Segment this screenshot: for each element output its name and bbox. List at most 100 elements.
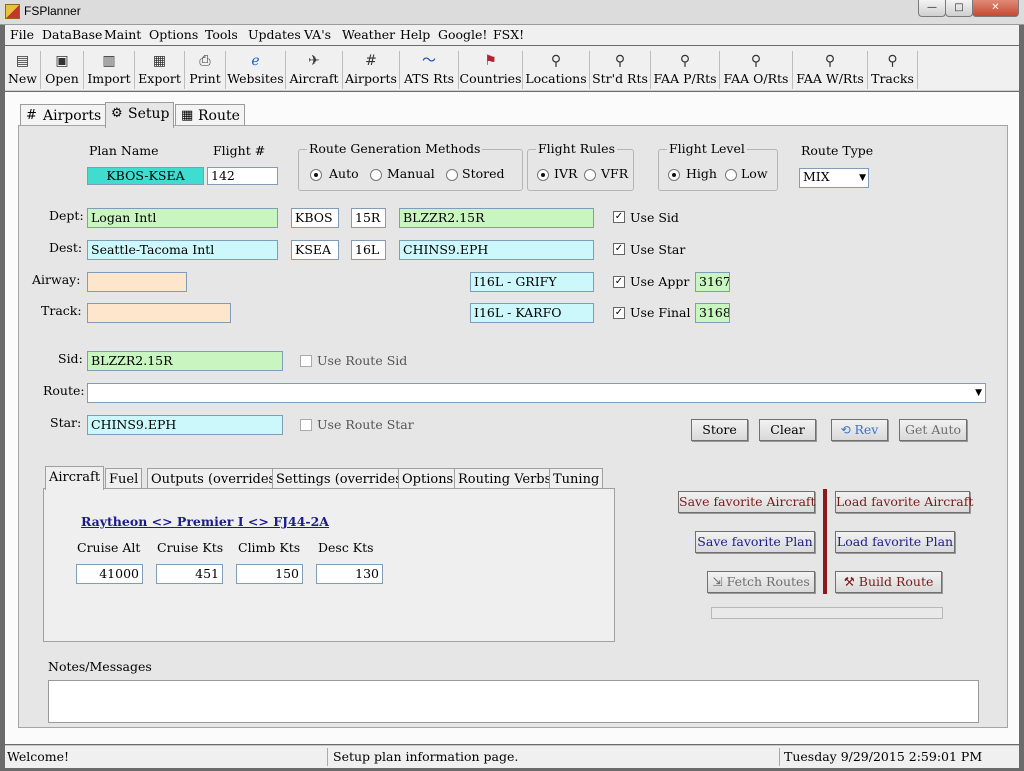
menu-help[interactable]: Help xyxy=(400,27,430,42)
toolbar-faa-w-routes-button[interactable]: ⚲ FAA W/Rts xyxy=(793,51,868,89)
route-type-select[interactable]: MIX ▼ xyxy=(799,168,869,188)
use-route-sid-checkbox[interactable] xyxy=(300,355,312,367)
toolbar-new-button[interactable]: ▤ New xyxy=(5,51,41,89)
toolbar-websites-button[interactable]: ℯ Websites xyxy=(226,51,286,89)
tab-route[interactable]: ▦ Route xyxy=(175,104,245,127)
toolbar-tracks-button[interactable]: ⚲ Tracks xyxy=(868,51,918,89)
flight-number-field[interactable]: 142 xyxy=(207,167,278,185)
final-field[interactable]: I16L - KARFO xyxy=(470,303,594,323)
toolbar-print-button[interactable]: ⎙ Print xyxy=(185,51,226,89)
dest-icao-field[interactable]: KSEA xyxy=(291,240,339,260)
dept-airport-field[interactable]: Logan Intl xyxy=(87,208,278,228)
auto-radio[interactable] xyxy=(310,169,322,181)
star-field[interactable]: CHINS9.EPH xyxy=(87,415,283,435)
toolbar-ats-routes-button[interactable]: 〜 ATS Rts xyxy=(400,51,459,89)
store-button[interactable]: Store xyxy=(691,419,748,441)
dept-procedure-field[interactable]: BLZZR2.15R xyxy=(399,208,594,228)
use-approach-checkbox[interactable]: ✓ xyxy=(613,276,625,288)
flight-level-group: Flight Level High Low xyxy=(658,141,778,191)
route-type-label: Route Type xyxy=(801,143,874,158)
save-favorite-plan-button[interactable]: Save favorite Plan xyxy=(695,531,815,553)
minimize-button[interactable]: — xyxy=(918,0,946,17)
approach-alt-field[interactable]: 3167 xyxy=(695,272,730,292)
toolbar: ▤ New ▣ Open ▥ Import ▦ Export ⎙ Print ℯ Websi… xyxy=(5,46,1019,91)
fetch-routes-button[interactable]: ⇲ Fetch Routes xyxy=(707,571,815,593)
use-sid-checkbox[interactable]: ✓ xyxy=(613,211,625,223)
toolbar-countries-button[interactable]: ⚑ Countries xyxy=(459,51,523,89)
magnifier-icon: ⚲ xyxy=(750,53,762,69)
desc-kts-field[interactable]: 130 xyxy=(316,564,383,584)
menu-weather[interactable]: Weather xyxy=(342,27,395,42)
load-favorite-plan-button[interactable]: Load favorite Plan xyxy=(835,531,955,553)
aircraft-name-link[interactable]: Raytheon <> Premier I <> FJ44-2A xyxy=(81,514,329,529)
notes-label: Notes/Messages xyxy=(48,659,152,674)
use-final-checkbox[interactable]: ✓ xyxy=(613,307,625,319)
toolbar-open-button[interactable]: ▣ Open xyxy=(41,51,84,89)
tab-airports[interactable]: # Airports xyxy=(20,104,107,127)
dept-runway-field[interactable]: 15R xyxy=(351,208,386,228)
low-radio[interactable] xyxy=(725,169,737,181)
menu-fsx[interactable]: FSX! xyxy=(493,27,524,42)
load-favorite-aircraft-button[interactable]: Load favorite Aircraft xyxy=(835,491,973,513)
menu-updates[interactable]: Updates xyxy=(248,27,301,42)
magnifier-icon: ⚲ xyxy=(824,53,836,69)
tab-options[interactable]: Options xyxy=(398,468,458,490)
final-alt-field[interactable]: 3168 xyxy=(695,303,730,323)
toolbar-airports-button[interactable]: # Airports xyxy=(343,51,400,89)
tab-fuel[interactable]: Fuel xyxy=(105,468,143,490)
reverse-button[interactable]: ⟲ Rev xyxy=(831,419,888,441)
cruise-kts-field[interactable]: 451 xyxy=(156,564,223,584)
menu-options[interactable]: Options xyxy=(149,27,198,42)
tab-routing-verbs[interactable]: Routing Verbs xyxy=(454,468,556,490)
use-route-sid-label: Use Route Sid xyxy=(317,353,408,368)
fetch-icon: ⇲ xyxy=(712,574,727,589)
menu-database[interactable]: DataBase xyxy=(42,27,102,42)
approach-field[interactable]: I16L - GRIFY xyxy=(470,272,594,292)
climb-kts-field[interactable]: 150 xyxy=(236,564,303,584)
toolbar-aircraft-button[interactable]: ✈ Aircraft xyxy=(286,51,343,89)
dest-procedure-field[interactable]: CHINS9.EPH xyxy=(399,240,594,260)
use-route-star-checkbox[interactable] xyxy=(300,419,312,431)
tab-tuning[interactable]: Tuning xyxy=(549,468,604,490)
cruise-alt-field[interactable]: 41000 xyxy=(76,564,143,584)
toolbar-export-button[interactable]: ▦ Export xyxy=(135,51,185,89)
high-radio[interactable] xyxy=(668,169,680,181)
magnifier-icon: ⚲ xyxy=(550,53,562,69)
manual-radio[interactable] xyxy=(370,169,382,181)
save-favorite-aircraft-button[interactable]: Save favorite Aircraft xyxy=(678,491,816,513)
menu-vas[interactable]: VA's xyxy=(304,27,331,42)
notes-textarea[interactable] xyxy=(48,680,979,723)
tab-setup[interactable]: ⚙ Setup xyxy=(105,102,175,128)
airway-field[interactable] xyxy=(87,272,187,292)
menu-tools[interactable]: Tools xyxy=(205,27,238,42)
use-star-checkbox[interactable]: ✓ xyxy=(613,243,625,255)
plan-name-field[interactable]: KBOS-KSEA xyxy=(87,167,204,185)
menu-google[interactable]: Google! xyxy=(438,27,487,42)
close-button[interactable]: ✕ xyxy=(972,0,1019,17)
tab-outputs[interactable]: Outputs (overrides) xyxy=(147,468,285,490)
toolbar-faa-o-routes-button[interactable]: ⚲ FAA O/Rts xyxy=(720,51,793,89)
tab-aircraft[interactable]: Aircraft xyxy=(45,466,105,490)
toolbar-faa-p-routes-button[interactable]: ⚲ FAA P/Rts xyxy=(651,51,720,89)
dest-airport-field[interactable]: Seattle-Tacoma Intl xyxy=(87,240,278,260)
stored-radio[interactable] xyxy=(446,169,458,181)
get-auto-button[interactable]: Get Auto xyxy=(899,419,967,441)
maximize-button[interactable]: □ xyxy=(945,0,973,17)
toolbar-locations-button[interactable]: ⚲ Locations xyxy=(523,51,590,89)
dept-icao-field[interactable]: KBOS xyxy=(291,208,339,228)
sid-field[interactable]: BLZZR2.15R xyxy=(87,351,283,371)
vfr-radio[interactable] xyxy=(584,169,596,181)
menu-file[interactable]: File xyxy=(10,27,34,42)
magnifier-icon: ⚲ xyxy=(614,53,626,69)
ivr-radio[interactable] xyxy=(537,169,549,181)
track-field[interactable] xyxy=(87,303,231,323)
tab-settings[interactable]: Settings (overrides) xyxy=(272,468,411,490)
build-route-button[interactable]: ⚒ Build Route xyxy=(835,571,942,593)
route-combo[interactable]: ▼ xyxy=(87,383,986,403)
dest-runway-field[interactable]: 16L xyxy=(351,240,386,260)
progress-bar xyxy=(711,607,943,619)
menu-maint[interactable]: Maint xyxy=(104,27,141,42)
clear-button[interactable]: Clear xyxy=(759,419,816,441)
toolbar-import-button[interactable]: ▥ Import xyxy=(84,51,135,89)
toolbar-stored-routes-button[interactable]: ⚲ Str'd Rts xyxy=(590,51,651,89)
